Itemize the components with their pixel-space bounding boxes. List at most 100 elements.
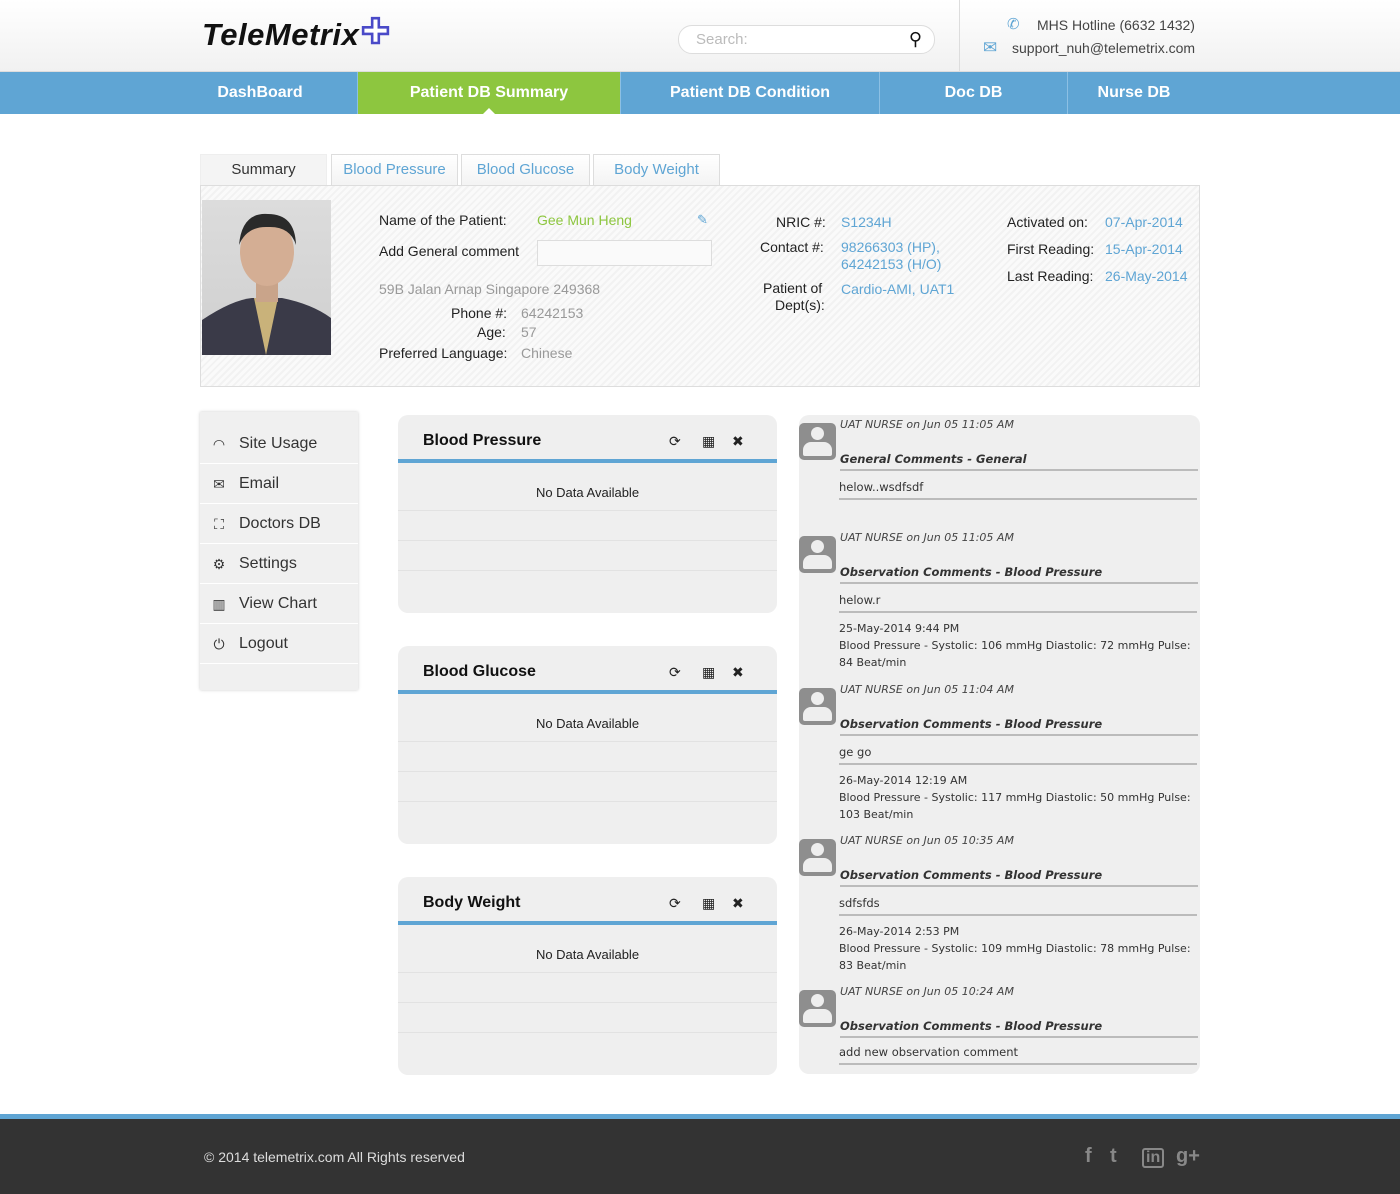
linkedin-icon[interactable]: in [1142,1148,1165,1168]
dept-value: Cardio-AMI, UAT1 [841,281,955,297]
first-reading-label: First Reading: [1007,241,1095,257]
contact-value-2: 64242153 (H/O) [841,256,942,272]
sidebar-item-label: View Chart [239,595,317,612]
comment-title: Observation Comments - Blood Pressure [840,565,1198,584]
logo[interactable]: TeleMetrix✚ [202,12,391,54]
nurse-avatar-icon [799,839,836,876]
calendar-icon[interactable]: ▦ [702,433,715,450]
contact-label: Contact #: [760,239,824,255]
nric-label: NRIC #: [776,214,826,230]
sitemap-icon: ⛶ [214,516,224,532]
language-label: Preferred Language: [379,345,508,361]
sidebar-item-logout[interactable]: ⏻ Logout [200,624,358,664]
sidebar-item-label: Site Usage [239,435,318,452]
dashboard-gauge-icon: ◠ [212,436,226,452]
facebook-icon[interactable]: f [1085,1145,1092,1168]
refresh-icon[interactable]: ⟳ [669,433,681,450]
dept-label-1: Patient of [763,280,823,296]
phone-label: Phone #: [451,305,508,321]
comment-title: Observation Comments - Blood Pressure [840,1019,1198,1038]
comment-title: Observation Comments - Blood Pressure [840,717,1198,736]
sidebar-item-settings[interactable]: ⚙ Settings [200,544,358,584]
empty-row [398,973,777,1003]
twitter-icon[interactable]: t [1110,1145,1117,1168]
calendar-icon[interactable]: ▦ [702,895,715,912]
comments-feed[interactable]: UAT NURSE on Jun 05 11:05 AM General Com… [799,415,1200,1074]
sidebar-item-site-usage[interactable]: ◠ Site Usage [200,424,358,464]
tab-blood-pressure[interactable]: Blood Pressure [331,154,458,186]
nav-patient-db-summary[interactable]: Patient DB Summary [358,72,621,114]
refresh-icon[interactable]: ⟳ [669,664,681,681]
bar-chart-icon: ▥ [212,596,226,612]
comment-reading: 26-May-2014 12:19 AM Blood Pressure - Sys… [839,772,1197,823]
sidebar-item-view-chart[interactable]: ▥ View Chart [200,584,358,624]
comment-title: Observation Comments - Blood Pressure [840,868,1198,887]
comment-reading: 25-May-2014 9:44 PM Blood Pressure - Syst… [839,620,1197,671]
no-data-message: No Data Available [398,925,777,973]
patient-photo [202,200,331,355]
empty-row [398,742,777,772]
nav-nurse-db[interactable]: Nurse DB [1068,72,1200,114]
hotline-text: MHS Hotline (6632 1432) [1037,17,1195,33]
nav-dashboard[interactable]: DashBoard [163,72,358,114]
comment-label: Add General comment [379,243,520,259]
edit-icon[interactable]: ✎ [697,212,708,228]
close-icon[interactable]: ✖ [732,664,744,681]
search-box: ⚲ [678,25,935,54]
gears-icon: ⚙ [212,556,226,572]
support-email-link[interactable]: support_nuh@telemetrix.com [1012,40,1195,56]
power-icon: ⏻ [213,636,225,652]
sidebar-item-doctors-db[interactable]: ⛶ Doctors DB [200,504,358,544]
widget-header: Body Weight ⟳ ▦ ✖ [398,877,777,925]
nav-patient-db-condition[interactable]: Patient DB Condition [621,72,880,114]
comment-author: UAT NURSE on Jun 05 11:04 AM [840,683,1014,696]
comment-text: add new observation comment [839,1045,1197,1065]
google-plus-icon[interactable]: g+ [1176,1145,1200,1168]
nric-value: S1234H [841,214,892,230]
search-icon[interactable]: ⚲ [909,29,922,50]
language-value: Chinese [521,345,573,361]
reading-values: Blood Pressure - Systolic: 117 mmHg Dias… [839,791,1191,821]
close-icon[interactable]: ✖ [732,433,744,450]
comment-reading: 26-May-2014 2:53 PM Blood Pressure - Syst… [839,923,1197,974]
tab-summary[interactable]: Summary [200,154,327,186]
empty-row [398,541,777,571]
nav-doc-db[interactable]: Doc DB [880,72,1068,114]
header: TeleMetrix✚ ⚲ ✆ MHS Hotline (6632 1432) … [0,0,1400,72]
age-label: Age: [477,324,506,340]
footer: © 2014 telemetrix.com All Rights reserve… [0,1114,1400,1194]
comment-author: UAT NURSE on Jun 05 10:24 AM [840,985,1014,998]
general-comment-input[interactable] [537,240,712,266]
empty-row [398,511,777,541]
sidebar-item-label: Settings [239,555,297,572]
widget-header: Blood Pressure ⟳ ▦ ✖ [398,415,777,463]
empty-row [398,772,777,802]
dept-label-2: Dept(s): [775,297,825,313]
search-input[interactable] [696,31,896,48]
reading-values: Blood Pressure - Systolic: 106 mmHg Dias… [839,639,1191,669]
tab-body-weight[interactable]: Body Weight [593,154,720,186]
nurse-avatar-icon [799,423,836,460]
email-icon: ✉ [983,38,998,57]
calendar-icon[interactable]: ▦ [702,664,715,681]
no-data-message: No Data Available [398,694,777,742]
comment-author: UAT NURSE on Jun 05 11:05 AM [840,531,1014,544]
refresh-icon[interactable]: ⟳ [669,895,681,912]
logo-cross-icon: ✚ [360,12,391,52]
widget-title: Blood Glucose [423,663,536,680]
nurse-avatar-icon [799,536,836,573]
blood-glucose-widget: Blood Glucose ⟳ ▦ ✖ No Data Available [398,646,777,844]
tab-blood-glucose[interactable]: Blood Glucose [461,154,590,186]
comment-text: sdfsfds [839,896,1197,916]
first-reading-value: 15-Apr-2014 [1105,241,1183,257]
sidebar-item-email[interactable]: ✉ Email [200,464,358,504]
reading-date: 25-May-2014 9:44 PM [839,622,960,635]
close-icon[interactable]: ✖ [732,895,744,912]
contact-value-1: 98266303 (HP), [841,239,940,255]
widget-header: Blood Glucose ⟳ ▦ ✖ [398,646,777,694]
last-reading-value: 26-May-2014 [1105,268,1188,284]
name-label: Name of the Patient: [379,212,507,228]
activated-value: 07-Apr-2014 [1105,214,1183,230]
widget-title: Body Weight [423,894,521,911]
no-data-message: No Data Available [398,463,777,511]
